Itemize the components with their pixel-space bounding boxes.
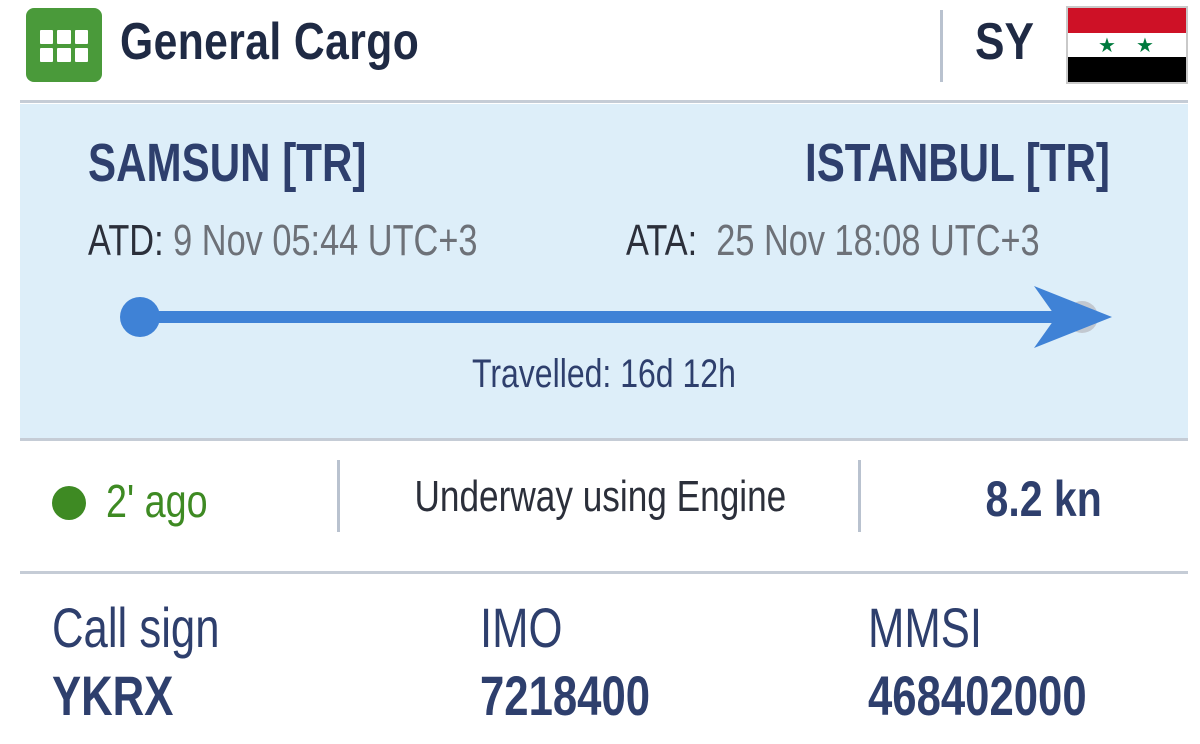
flag-stripe-black: [1068, 57, 1186, 82]
voyage-progress-track: [120, 286, 1120, 348]
flag-star-icon: ★: [1136, 34, 1154, 57]
call-sign-value: YKRX: [52, 664, 174, 727]
imo-label: IMO: [480, 596, 563, 659]
grid-icon: [26, 8, 102, 82]
arrival-port[interactable]: ISTANBUL [TR]: [719, 132, 1110, 194]
call-sign-label: Call sign: [52, 596, 220, 659]
imo-block: IMO 7218400: [480, 596, 698, 732]
atd-label: ATD:: [88, 216, 164, 265]
vessel-type-title: General Cargo: [120, 13, 420, 71]
divider: [20, 100, 1188, 103]
ata-label: ATA:: [626, 216, 698, 265]
mmsi-label: MMSI: [868, 596, 983, 659]
flag-country-code: SY: [975, 13, 1034, 71]
flag-icon: ★ ★: [1066, 6, 1188, 84]
divider: [20, 571, 1188, 574]
mmsi-block: MMSI 468402000: [868, 596, 1148, 732]
voyage-progress-bar: [138, 311, 1058, 323]
travelled-duration: Travelled: 16d 12h: [472, 352, 736, 396]
flag-star-icon: ★: [1098, 34, 1116, 57]
origin-dot: [120, 297, 160, 337]
departure-time: ATD: 9 Nov 05:44 UTC+3: [88, 216, 587, 266]
imo-value: 7218400: [480, 664, 651, 727]
flag-stripe-red: [1068, 8, 1186, 33]
call-sign-block: Call sign YKRX: [52, 596, 267, 732]
divider: [20, 438, 1188, 441]
departure-port[interactable]: SAMSUN [TR]: [88, 132, 445, 194]
last-position-age: 2' ago: [106, 475, 208, 527]
flag-stripe-white: ★ ★: [1068, 32, 1186, 58]
vessel-speed: 8.2 kn: [985, 471, 1102, 527]
live-status-dot: [52, 486, 86, 520]
vessel-arrow-icon: [1034, 286, 1112, 348]
arrival-time: ATA: 25 Nov 18:08 UTC+3: [626, 216, 1156, 266]
atd-value: 9 Nov 05:44 UTC+3: [173, 216, 478, 265]
status-row: 2' ago Underway using Engine 8.2 kn: [20, 442, 1188, 570]
status-divider: [858, 460, 861, 532]
ata-value: 25 Nov 18:08 UTC+3: [716, 216, 1040, 265]
vessel-identifiers: Call sign YKRX IMO 7218400 MMSI 46840200…: [0, 576, 1200, 744]
vessel-header: General Cargo SY ★ ★: [0, 0, 1200, 100]
header-divider: [940, 10, 943, 82]
navigational-status: Underway using Engine: [414, 472, 786, 521]
voyage-panel[interactable]: SAMSUN [TR] ISTANBUL [TR] ATD: 9 Nov 05:…: [20, 104, 1188, 438]
mmsi-value: 468402000: [868, 664, 1087, 727]
